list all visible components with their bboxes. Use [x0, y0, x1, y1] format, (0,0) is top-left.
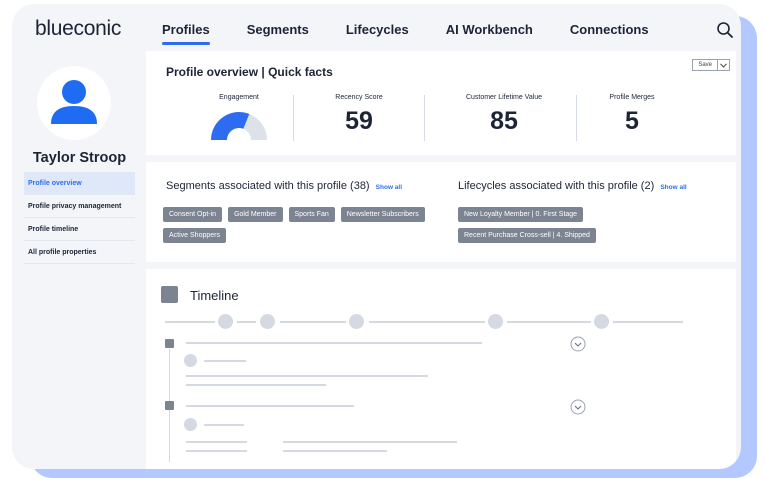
- timeline-axis-dot[interactable]: [218, 314, 233, 329]
- segments-show-all-link[interactable]: Show all: [376, 184, 402, 191]
- timeline-event-dot: [184, 354, 197, 367]
- timeline-icon: [161, 286, 178, 303]
- engagement-label: Engagement: [219, 94, 259, 101]
- engagement-gauge: [211, 112, 267, 140]
- timeline-placeholder-line: [283, 441, 457, 443]
- timeline-event-line: [186, 342, 482, 344]
- timeline-event-dot: [184, 418, 197, 431]
- chevron-down-icon: [720, 62, 727, 68]
- lifecycle-chip[interactable]: Recent Purchase Cross-sell | 4. Shipped: [458, 228, 596, 243]
- timeline-title: Timeline: [190, 288, 239, 303]
- segment-chip[interactable]: Active Shoppers: [163, 228, 226, 243]
- metric-clv: Customer Lifetime Value 85: [444, 94, 564, 136]
- avatar: [37, 66, 111, 140]
- timeline-card: Timeline: [146, 269, 736, 469]
- recency-value: 59: [345, 107, 373, 135]
- overview-title: Profile overview | Quick facts: [166, 65, 333, 79]
- timeline-event-marker: [165, 339, 174, 348]
- save-dropdown-button[interactable]: [718, 59, 730, 71]
- person-icon: [51, 80, 97, 124]
- clv-value: 85: [490, 107, 518, 135]
- timeline-event-line: [186, 405, 354, 407]
- chevron-down-icon[interactable]: [570, 336, 586, 352]
- timeline-axis-segment: [613, 321, 683, 323]
- main-nav: Profiles Segments Lifecycles AI Workbenc…: [162, 22, 686, 45]
- profile-side-menu: Profile overview Profile privacy managem…: [24, 172, 135, 264]
- recency-label: Recency Score: [335, 94, 383, 101]
- timeline-axis-segment: [507, 321, 591, 323]
- tab-ai-workbench[interactable]: AI Workbench: [446, 22, 533, 45]
- timeline-axis-segment: [237, 321, 256, 323]
- lifecycle-chip[interactable]: New Loyalty Member | 0. First Stage: [458, 207, 584, 222]
- segment-chip[interactable]: Newsletter Subscribers: [340, 207, 425, 222]
- lifecycles-show-all-link[interactable]: Show all: [660, 184, 686, 191]
- tab-segments[interactable]: Segments: [247, 22, 309, 45]
- timeline-axis-segment: [280, 321, 346, 323]
- side-item-profile-timeline[interactable]: Profile timeline: [24, 218, 135, 241]
- timeline-placeholder-line: [204, 424, 244, 426]
- gauge-fill: [211, 112, 250, 140]
- lifecycles-heading: Lifecycles associated with this profile …: [458, 180, 687, 192]
- segment-chip[interactable]: Consent Opt-in: [163, 207, 223, 222]
- timeline-axis-dot[interactable]: [594, 314, 609, 329]
- timeline-placeholder-line: [204, 360, 246, 362]
- profile-name: Taylor Stroop: [32, 150, 127, 166]
- metric-divider: [424, 95, 425, 141]
- associations-card: Segments associated with this profile (3…: [146, 162, 736, 262]
- save-control: Save: [692, 59, 730, 71]
- quick-facts-card: Profile overview | Quick facts Save Enga…: [146, 51, 736, 155]
- timeline-axis-dot[interactable]: [260, 314, 275, 329]
- app-window: blueconic Profiles Segments Lifecycles A…: [12, 4, 741, 469]
- metric-merges: Profile Merges 5: [592, 94, 672, 136]
- timeline-axis-segment: [165, 321, 215, 323]
- timeline-placeholder-line: [186, 450, 247, 452]
- tab-profiles[interactable]: Profiles: [162, 22, 210, 45]
- tab-connections[interactable]: Connections: [570, 22, 649, 45]
- metric-engagement: Engagement: [194, 94, 284, 149]
- segment-chip[interactable]: Gold Member: [228, 207, 283, 222]
- tab-lifecycles[interactable]: Lifecycles: [346, 22, 409, 45]
- chevron-down-icon[interactable]: [570, 399, 586, 415]
- timeline-axis-segment: [369, 321, 485, 323]
- timeline-placeholder-line: [283, 450, 387, 452]
- segments-title: Segments associated with this profile (3…: [166, 180, 370, 192]
- side-item-profile-overview[interactable]: Profile overview: [24, 172, 135, 195]
- segments-heading: Segments associated with this profile (3…: [166, 180, 402, 192]
- save-button[interactable]: Save: [692, 59, 718, 71]
- search-icon[interactable]: [716, 21, 734, 39]
- side-item-all-properties[interactable]: All profile properties: [24, 241, 135, 264]
- metric-divider: [293, 95, 294, 141]
- metric-divider: [576, 95, 577, 141]
- timeline-placeholder-line: [186, 375, 428, 377]
- timeline-axis-dot[interactable]: [488, 314, 503, 329]
- timeline-event-marker: [165, 401, 174, 410]
- segment-chips: Consent Opt-in Gold Member Sports Fan Ne…: [163, 207, 433, 249]
- lifecycle-chips: New Loyalty Member | 0. First Stage Rece…: [458, 207, 718, 249]
- lifecycles-title: Lifecycles associated with this profile …: [458, 180, 655, 192]
- clv-label: Customer Lifetime Value: [465, 94, 543, 101]
- metric-recency: Recency Score 59: [311, 94, 407, 136]
- timeline-placeholder-line: [186, 384, 326, 386]
- brand-logo[interactable]: blueconic: [35, 17, 121, 41]
- timeline-axis-dot[interactable]: [349, 314, 364, 329]
- timeline-placeholder-line: [186, 441, 247, 443]
- merges-label: Profile Merges: [609, 94, 655, 101]
- segment-chip[interactable]: Sports Fan: [288, 207, 335, 222]
- side-item-privacy-management[interactable]: Profile privacy management: [24, 195, 135, 218]
- merges-value: 5: [625, 107, 639, 135]
